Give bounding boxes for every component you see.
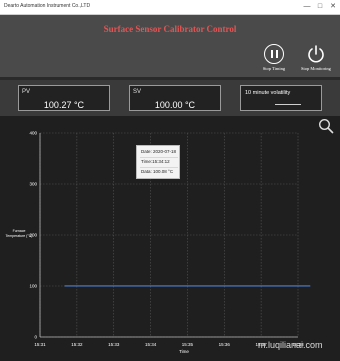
y-tick-label: 400: [29, 131, 37, 136]
x-tick-label: 15:34: [145, 342, 157, 347]
x-axis-title: Time: [179, 349, 189, 354]
y-axis-title: Furnace Temperature (°C): [5, 229, 33, 238]
x-tick-label: 15:36: [219, 342, 231, 347]
x-tick-label: 15:35: [182, 342, 194, 347]
tooltip-time: Time:15:34:12: [141, 159, 170, 164]
temperature-chart: 010020030040015:31 15:32 15:33 15:34 15:35 15…: [29, 131, 311, 347]
watermark-text: m.luqilianai.com: [258, 340, 323, 350]
data-tooltip: Date: 2020-07-18 Time:15:34:12 Data: 100…: [136, 145, 180, 179]
app-window: Dearto Automation Instrument Co.,LTD — □…: [0, 0, 340, 361]
y-tick-label: 100: [29, 284, 37, 289]
tooltip-date: Date: 2020-07-18: [141, 149, 177, 154]
x-tick-label: 15:32: [71, 342, 83, 347]
x-tick-label: 15:31: [34, 342, 46, 347]
x-tick-label: 15:33: [108, 342, 120, 347]
tooltip-data: Data: 100.08 °C: [141, 169, 174, 174]
y-tick-label: 300: [29, 182, 37, 187]
y-tick-label: 0: [34, 335, 37, 340]
